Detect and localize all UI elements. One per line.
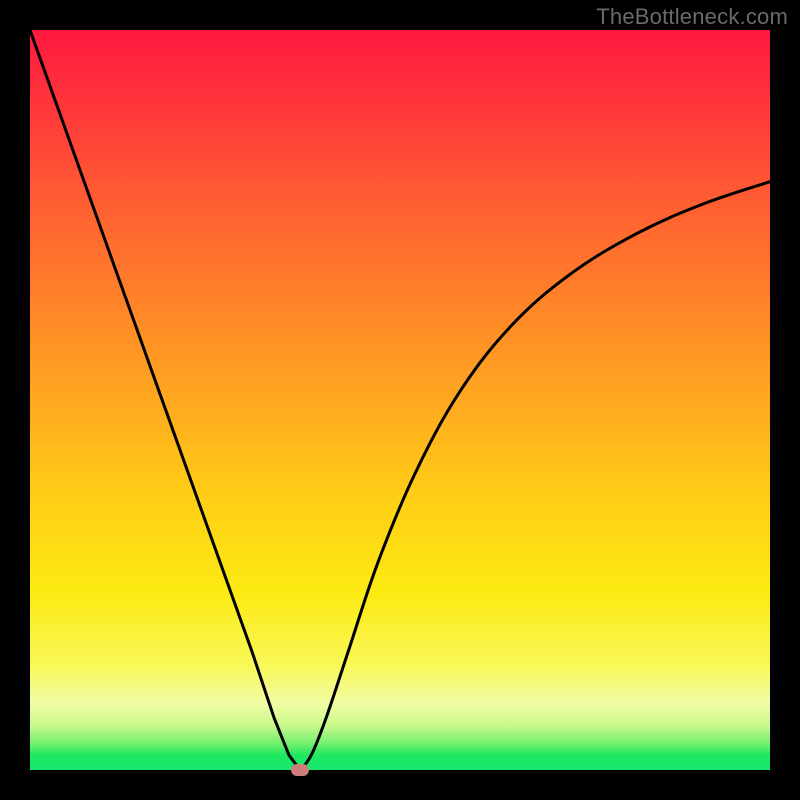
watermark-text: TheBottleneck.com [596,4,788,30]
chart-frame: TheBottleneck.com [0,0,800,800]
plot-area [30,30,770,770]
bottleneck-curve [30,30,770,770]
curve-svg [30,30,770,770]
minimum-marker [291,764,309,776]
